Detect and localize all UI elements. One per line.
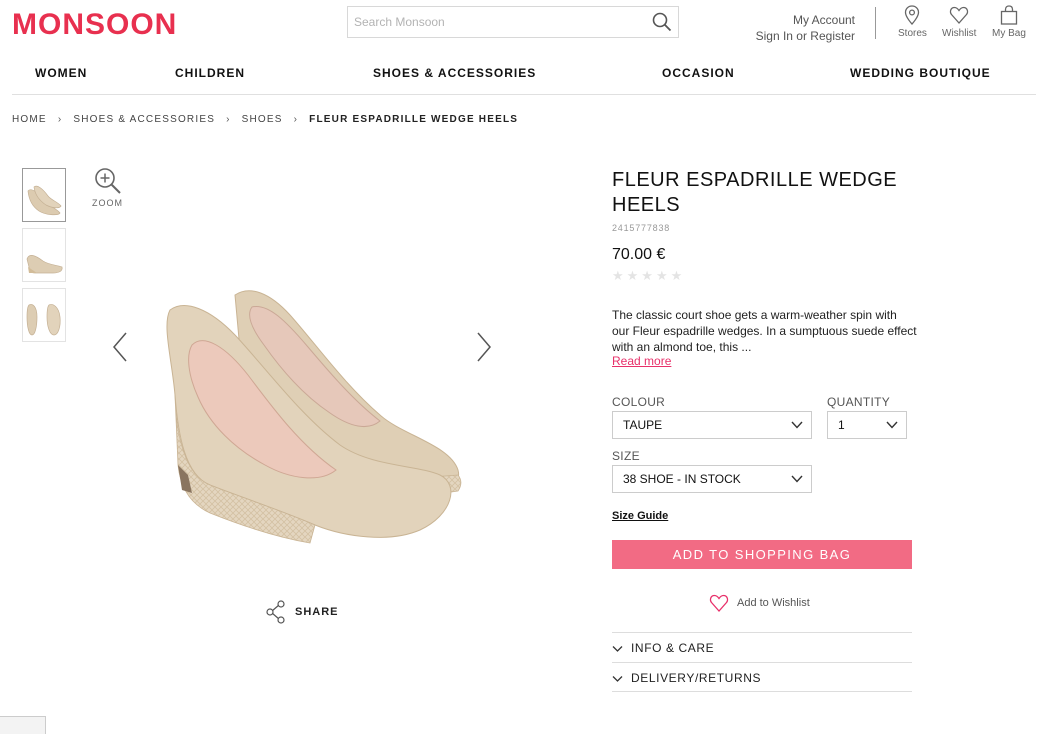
thumbnail-2[interactable]	[22, 228, 66, 282]
size-select[interactable]: 38 SHOE - IN STOCK	[612, 465, 812, 493]
zoom-in-icon	[94, 168, 121, 194]
wishlist-label: Wishlist	[942, 28, 977, 39]
breadcrumb-home[interactable]: HOME	[12, 114, 47, 125]
product-main-image	[166, 290, 462, 544]
quantity-select[interactable]: 1	[827, 411, 907, 439]
my-account-link[interactable]: My Account	[740, 12, 855, 28]
location-pin-icon	[905, 5, 920, 25]
bag-label: My Bag	[992, 28, 1026, 39]
delivery-returns-label: DELIVERY/RETURNS	[631, 671, 762, 685]
accordion-divider	[612, 691, 912, 692]
size-selected-value: 38 SHOE - IN STOCK	[623, 472, 741, 486]
zoom-label: ZOOM	[92, 198, 123, 208]
nav-occasion[interactable]: OCCASION	[662, 66, 735, 80]
read-more-link[interactable]: Read more	[612, 354, 671, 368]
shopping-bag-icon	[1000, 5, 1018, 25]
sign-in-register-link[interactable]: Sign In or Register	[740, 28, 855, 44]
product-description: The classic court shoe gets a warm-weath…	[612, 308, 917, 354]
stores-label: Stores	[898, 28, 927, 39]
chevron-right-icon: ›	[226, 114, 231, 125]
product-code: 2415777838	[612, 223, 671, 233]
share-label: SHARE	[295, 605, 339, 618]
nav-women[interactable]: WOMEN	[35, 66, 87, 80]
heart-icon	[709, 594, 729, 612]
chevron-down-icon	[886, 421, 898, 429]
breadcrumb-shoes-accessories[interactable]: SHOES & ACCESSORIES	[73, 114, 215, 125]
colour-selected-value: TAUPE	[623, 418, 663, 432]
info-care-accordion[interactable]: INFO & CARE	[612, 632, 912, 662]
bottom-left-tab[interactable]	[0, 716, 46, 734]
search-box[interactable]	[347, 6, 679, 38]
add-to-wishlist-label: Add to Wishlist	[737, 596, 810, 609]
nav-children[interactable]: CHILDREN	[175, 66, 245, 80]
breadcrumb-current: FLEUR ESPADRILLE WEDGE HEELS	[309, 114, 519, 125]
add-to-wishlist-button[interactable]: Add to Wishlist	[709, 594, 810, 612]
stores-link[interactable]: Stores	[898, 5, 927, 39]
size-guide-link[interactable]: Size Guide	[612, 510, 668, 522]
chevron-down-icon	[791, 475, 803, 483]
colour-select[interactable]: TAUPE	[612, 411, 812, 439]
heart-icon	[950, 6, 969, 24]
shoe-thumbnail-image	[26, 304, 61, 336]
quantity-label: QUANTITY	[827, 395, 891, 409]
chevron-right-icon: ›	[57, 114, 63, 125]
previous-image-arrow-icon[interactable]	[110, 330, 130, 364]
search-input[interactable]	[348, 7, 638, 37]
chevron-down-icon	[791, 421, 803, 429]
shoe-thumbnail-image	[26, 255, 63, 274]
next-image-arrow-icon[interactable]	[474, 330, 494, 364]
share-button[interactable]: SHARE	[265, 600, 339, 624]
bag-link[interactable]: My Bag	[992, 5, 1026, 39]
main-nav: WOMEN CHILDREN SHOES & ACCESSORIES OCCAS…	[12, 56, 1036, 95]
rating-stars[interactable]: ★★★★★	[612, 268, 685, 284]
chevron-down-icon	[612, 645, 623, 652]
share-icon	[266, 600, 285, 624]
chevron-right-icon: ›	[293, 114, 299, 125]
thumbnail-1[interactable]	[22, 168, 66, 222]
product-title: FLEUR ESPADRILLE WEDGE HEELS	[612, 169, 898, 216]
nav-wedding-boutique[interactable]: WEDDING BOUTIQUE	[850, 66, 991, 80]
shoe-thumbnail-image	[27, 185, 62, 216]
monsoon-logo[interactable]: MONSOON	[12, 8, 177, 42]
size-label: SIZE	[612, 449, 640, 463]
quantity-selected-value: 1	[838, 418, 845, 432]
header-divider	[875, 7, 876, 39]
thumbnail-3[interactable]	[22, 288, 66, 342]
search-icon[interactable]	[652, 12, 672, 32]
colour-label: COLOUR	[612, 395, 666, 409]
info-care-label: INFO & CARE	[631, 641, 715, 655]
breadcrumb: HOME › SHOES & ACCESSORIES › SHOES › FLEUR ESP…	[12, 114, 518, 125]
wishlist-link[interactable]: Wishlist	[942, 5, 976, 39]
delivery-returns-accordion[interactable]: DELIVERY/RETURNS	[612, 662, 912, 692]
account-links: My Account Sign In or Register	[740, 12, 855, 44]
chevron-down-icon	[612, 675, 623, 682]
product-price: 70.00 €	[612, 246, 666, 263]
add-to-shopping-bag-button[interactable]: ADD TO SHOPPING BAG	[612, 540, 912, 569]
zoom-button[interactable]: ZOOM	[92, 166, 123, 208]
nav-shoes-accessories[interactable]: SHOES & ACCESSORIES	[373, 66, 536, 80]
breadcrumb-shoes[interactable]: SHOES	[242, 114, 283, 125]
